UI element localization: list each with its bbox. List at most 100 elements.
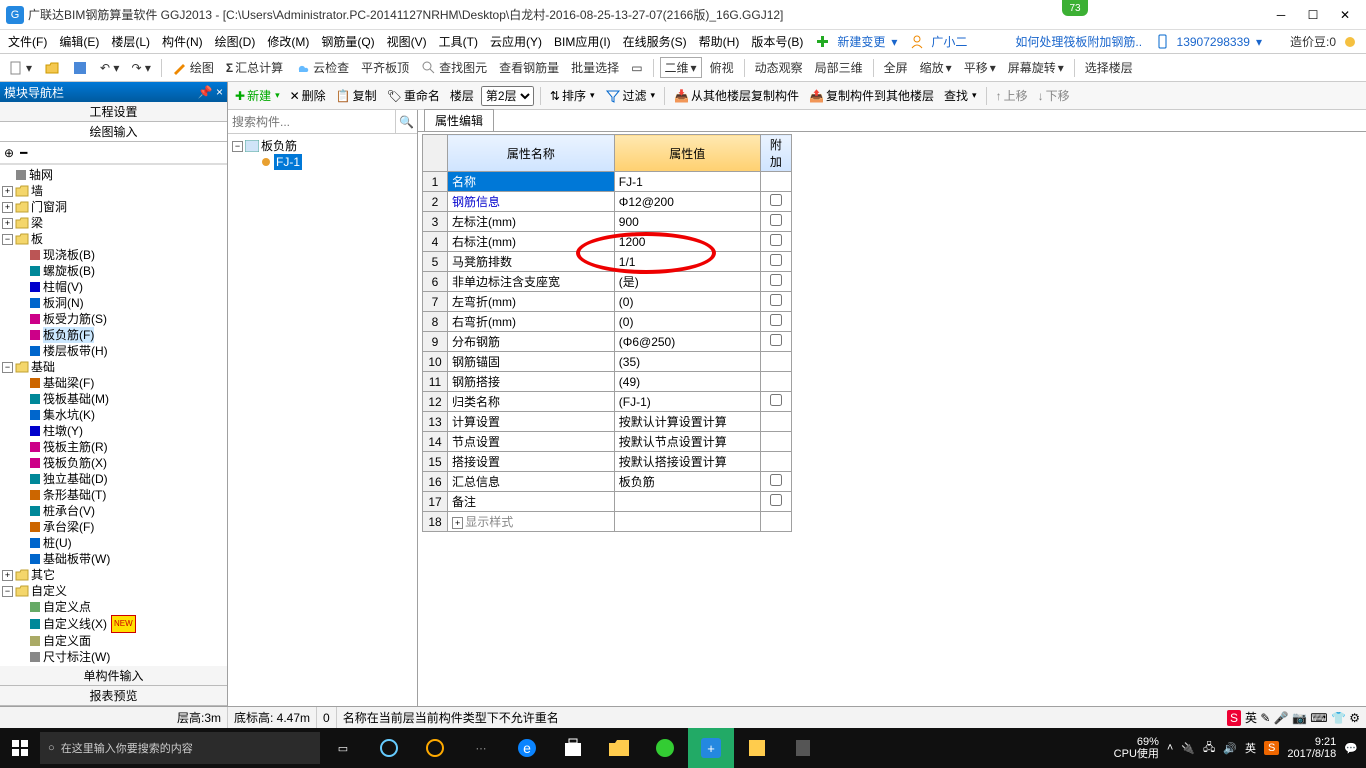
menu-online[interactable]: 在线服务(S)	[617, 31, 693, 52]
menu-modify[interactable]: 修改(M)	[261, 31, 315, 52]
pan-button[interactable]: 平移 ▾	[960, 57, 1000, 78]
move-down-button[interactable]: ↓ 下移	[1035, 86, 1073, 105]
tray-sogou[interactable]: S	[1264, 741, 1279, 755]
nav-tree[interactable]: 轴网+墙+门窗洞+梁−板现浇板(B)螺旋板(B)柱帽(V)板洞(N)板受力筋(S…	[0, 164, 227, 666]
find-button[interactable]: 查找	[941, 86, 980, 105]
menu-help[interactable]: 帮助(H)	[693, 31, 746, 52]
copy-from-button[interactable]: 📥 从其他楼层复制构件	[671, 86, 802, 105]
cpu-meter: 69%CPU使用	[1114, 736, 1159, 760]
app-2[interactable]	[412, 728, 458, 768]
app-1[interactable]	[366, 728, 412, 768]
menu-draw[interactable]: 绘图(D)	[209, 31, 262, 52]
sum-calc-button[interactable]: Σ 汇总计算	[222, 57, 287, 78]
redo-button[interactable]: ↷ ▾	[127, 59, 154, 77]
new-change-button[interactable]: 新建变更 ▾	[809, 29, 903, 54]
open-button[interactable]	[40, 58, 64, 78]
app-notes[interactable]	[734, 728, 780, 768]
clock[interactable]: 9:212017/8/18	[1287, 736, 1336, 760]
menu-version[interactable]: 版本号(B)	[745, 31, 809, 52]
ime-indicator[interactable]: S 英 ✎ 🎤 📷 ⌨ 👕 ⚙	[1221, 707, 1366, 728]
close-button[interactable]: ✕	[1330, 5, 1360, 25]
menu-component[interactable]: 构件(N)	[156, 31, 209, 52]
nav-section-draw[interactable]: 绘图输入	[0, 122, 227, 142]
draw-button[interactable]: 绘图	[168, 57, 218, 78]
app-green[interactable]	[642, 728, 688, 768]
nav-section-settings[interactable]: 工程设置	[0, 102, 227, 122]
property-grid[interactable]: 属性名称 属性值 附加 1名称FJ-12钢筋信息Φ12@2003左标注(mm)9…	[422, 134, 792, 532]
component-tree[interactable]: − 板负筋 FJ-1	[228, 134, 417, 706]
move-up-button[interactable]: ↑ 上移	[993, 86, 1031, 105]
partial-3d-button[interactable]: 局部三维	[811, 57, 867, 78]
rename-button[interactable]: 🏷 重命名	[384, 86, 443, 105]
screen-rotate-button[interactable]: 屏幕旋转 ▾	[1004, 57, 1068, 78]
app-last[interactable]	[780, 728, 826, 768]
user-button[interactable]: 广小二	[903, 29, 979, 54]
tray-vol-icon[interactable]: 🔊	[1223, 742, 1237, 755]
component-list-panel: 🔍 − 板负筋 FJ-1	[228, 110, 418, 706]
fullscreen-button[interactable]: 全屏	[880, 57, 912, 78]
search-button[interactable]: 🔍	[395, 110, 417, 133]
app-3[interactable]: ⋯	[458, 728, 504, 768]
phone-number[interactable]: 13907298339 ▾	[1149, 31, 1268, 53]
menu-cloud[interactable]: 云应用(Y)	[484, 31, 548, 52]
app-current[interactable]: +	[688, 728, 734, 768]
explorer-button[interactable]	[596, 728, 642, 768]
floor-select[interactable]: 第2层	[481, 86, 534, 106]
maximize-button[interactable]: ☐	[1298, 5, 1328, 25]
undo-button[interactable]: ↶ ▾	[96, 59, 123, 77]
menu-rebar[interactable]: 钢筋量(Q)	[315, 31, 380, 52]
new-file-button[interactable]: ▾	[4, 58, 36, 78]
delete-button[interactable]: ✕ 删除	[287, 86, 329, 105]
pin-icon[interactable]: 📌 ×	[198, 85, 223, 99]
plus-icon	[815, 34, 831, 50]
tray-power-icon[interactable]: 🔌	[1181, 742, 1195, 755]
menu-tools[interactable]: 工具(T)	[433, 31, 484, 52]
start-button[interactable]	[0, 728, 40, 768]
tray-net-icon[interactable]: 🖧	[1203, 739, 1215, 758]
save-button[interactable]	[68, 58, 92, 78]
search-input[interactable]	[228, 110, 395, 133]
task-view-button[interactable]: ▭	[320, 728, 366, 768]
cloud-icon	[295, 60, 311, 76]
cloud-check-button[interactable]: 云检查	[291, 57, 353, 78]
dyn-view-button[interactable]: 动态观察	[751, 57, 807, 78]
tray-ime[interactable]: 英	[1245, 740, 1256, 756]
menu-floor[interactable]: 楼层(L)	[105, 31, 156, 52]
zoom-button[interactable]: 缩放 ▾	[916, 57, 956, 78]
tree-add-icon[interactable]: ⊕	[4, 146, 14, 160]
help-link[interactable]: 如何处理筏板附加钢筋..	[1009, 31, 1148, 52]
nav-section-single[interactable]: 单构件输入	[0, 666, 227, 686]
tray-up-icon[interactable]: ˄	[1167, 742, 1173, 754]
menu-bar: 文件(F) 编辑(E) 楼层(L) 构件(N) 绘图(D) 修改(M) 钢筋量(…	[0, 30, 1366, 54]
menu-edit[interactable]: 编辑(E)	[53, 31, 105, 52]
property-tab[interactable]: 属性编辑	[424, 109, 494, 131]
filter-button[interactable]: 过滤	[602, 86, 659, 105]
store-button[interactable]	[550, 728, 596, 768]
notification-button[interactable]: 💬	[1344, 742, 1358, 755]
flat-top-button[interactable]: 平齐板顶	[357, 57, 413, 78]
batch-select-button[interactable]: 批量选择	[567, 57, 623, 78]
select-floor-button[interactable]: 选择楼层	[1081, 57, 1137, 78]
selected-component[interactable]: FJ-1	[274, 154, 302, 170]
copy-to-button[interactable]: 📤 复制构件到其他楼层	[806, 86, 937, 105]
nav-section-report[interactable]: 报表预览	[0, 686, 227, 706]
system-tray[interactable]: 69%CPU使用 ˄ 🔌 🖧 🔊 英 S 9:212017/8/18 💬	[1106, 736, 1366, 760]
blank-btn1[interactable]: ▭	[627, 59, 646, 77]
overlook-button[interactable]: 俯视	[706, 57, 738, 78]
tree-collapse-icon[interactable]: ━	[20, 146, 27, 160]
copy-button[interactable]: 📋 复制	[333, 86, 380, 105]
view-rebar-button[interactable]: 查看钢筋量	[495, 57, 563, 78]
edge-button[interactable]: e	[504, 728, 550, 768]
new-component-button[interactable]: ✚ 新建	[232, 86, 283, 105]
2d-button[interactable]: 二维 ▾	[660, 57, 702, 78]
minimize-button[interactable]: ─	[1266, 5, 1296, 25]
col-value: 属性值	[614, 135, 760, 172]
status-msg: 名称在当前层当前构件类型下不允许重名	[337, 707, 1221, 728]
item-icon	[260, 156, 272, 168]
menu-bim[interactable]: BIM应用(I)	[548, 31, 617, 52]
taskbar-search[interactable]: ○ 在这里输入你要搜索的内容	[40, 732, 320, 764]
view-img-button[interactable]: 查找图元	[417, 57, 491, 78]
menu-view[interactable]: 视图(V)	[381, 31, 433, 52]
sort-button[interactable]: ⇅ 排序	[547, 86, 598, 105]
menu-file[interactable]: 文件(F)	[2, 31, 53, 52]
